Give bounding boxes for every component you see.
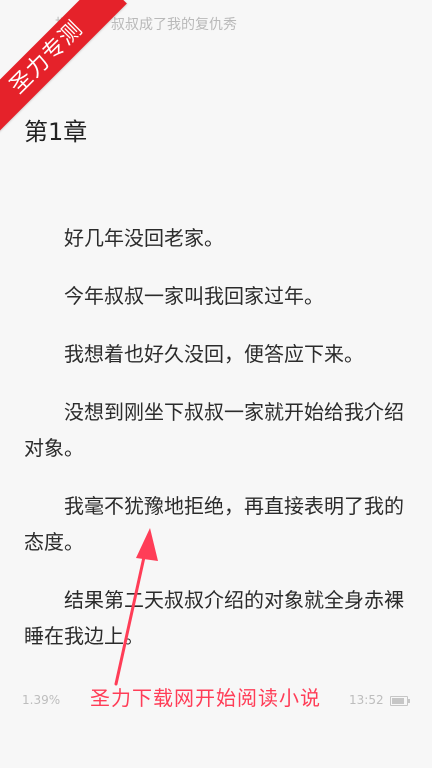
reading-progress: 1.39%: [22, 693, 61, 707]
paragraph: 我毫不犹豫地拒绝，再直接表明了我的态度。: [24, 494, 404, 554]
paragraph: 我想着也好久没回，便答应下来。: [64, 342, 364, 366]
chapter-title: 第1章: [24, 118, 88, 146]
battery-level: [392, 698, 404, 704]
book-title: 拒婚后，叔叔成了我的复仇秀: [55, 17, 237, 33]
clock-time: 13:52: [349, 693, 384, 707]
paragraph: 今年叔叔一家叫我回家过年。: [64, 284, 324, 308]
reading-content[interactable]: 好几年没回老家。 今年叔叔一家叫我回家过年。 我想着也好久没回，便答应下来。 没…: [24, 220, 412, 676]
battery-icon: [390, 696, 410, 706]
paragraph: 没想到刚坐下叔叔一家就开始给我介绍对象。: [24, 400, 404, 460]
annotation-text: 圣力下载网开始阅读小说: [90, 686, 321, 710]
paragraph: 好几年没回老家。: [64, 226, 224, 250]
paragraph: 结果第二天叔叔介绍的对象就全身赤裸睡在我边上。: [24, 588, 404, 648]
